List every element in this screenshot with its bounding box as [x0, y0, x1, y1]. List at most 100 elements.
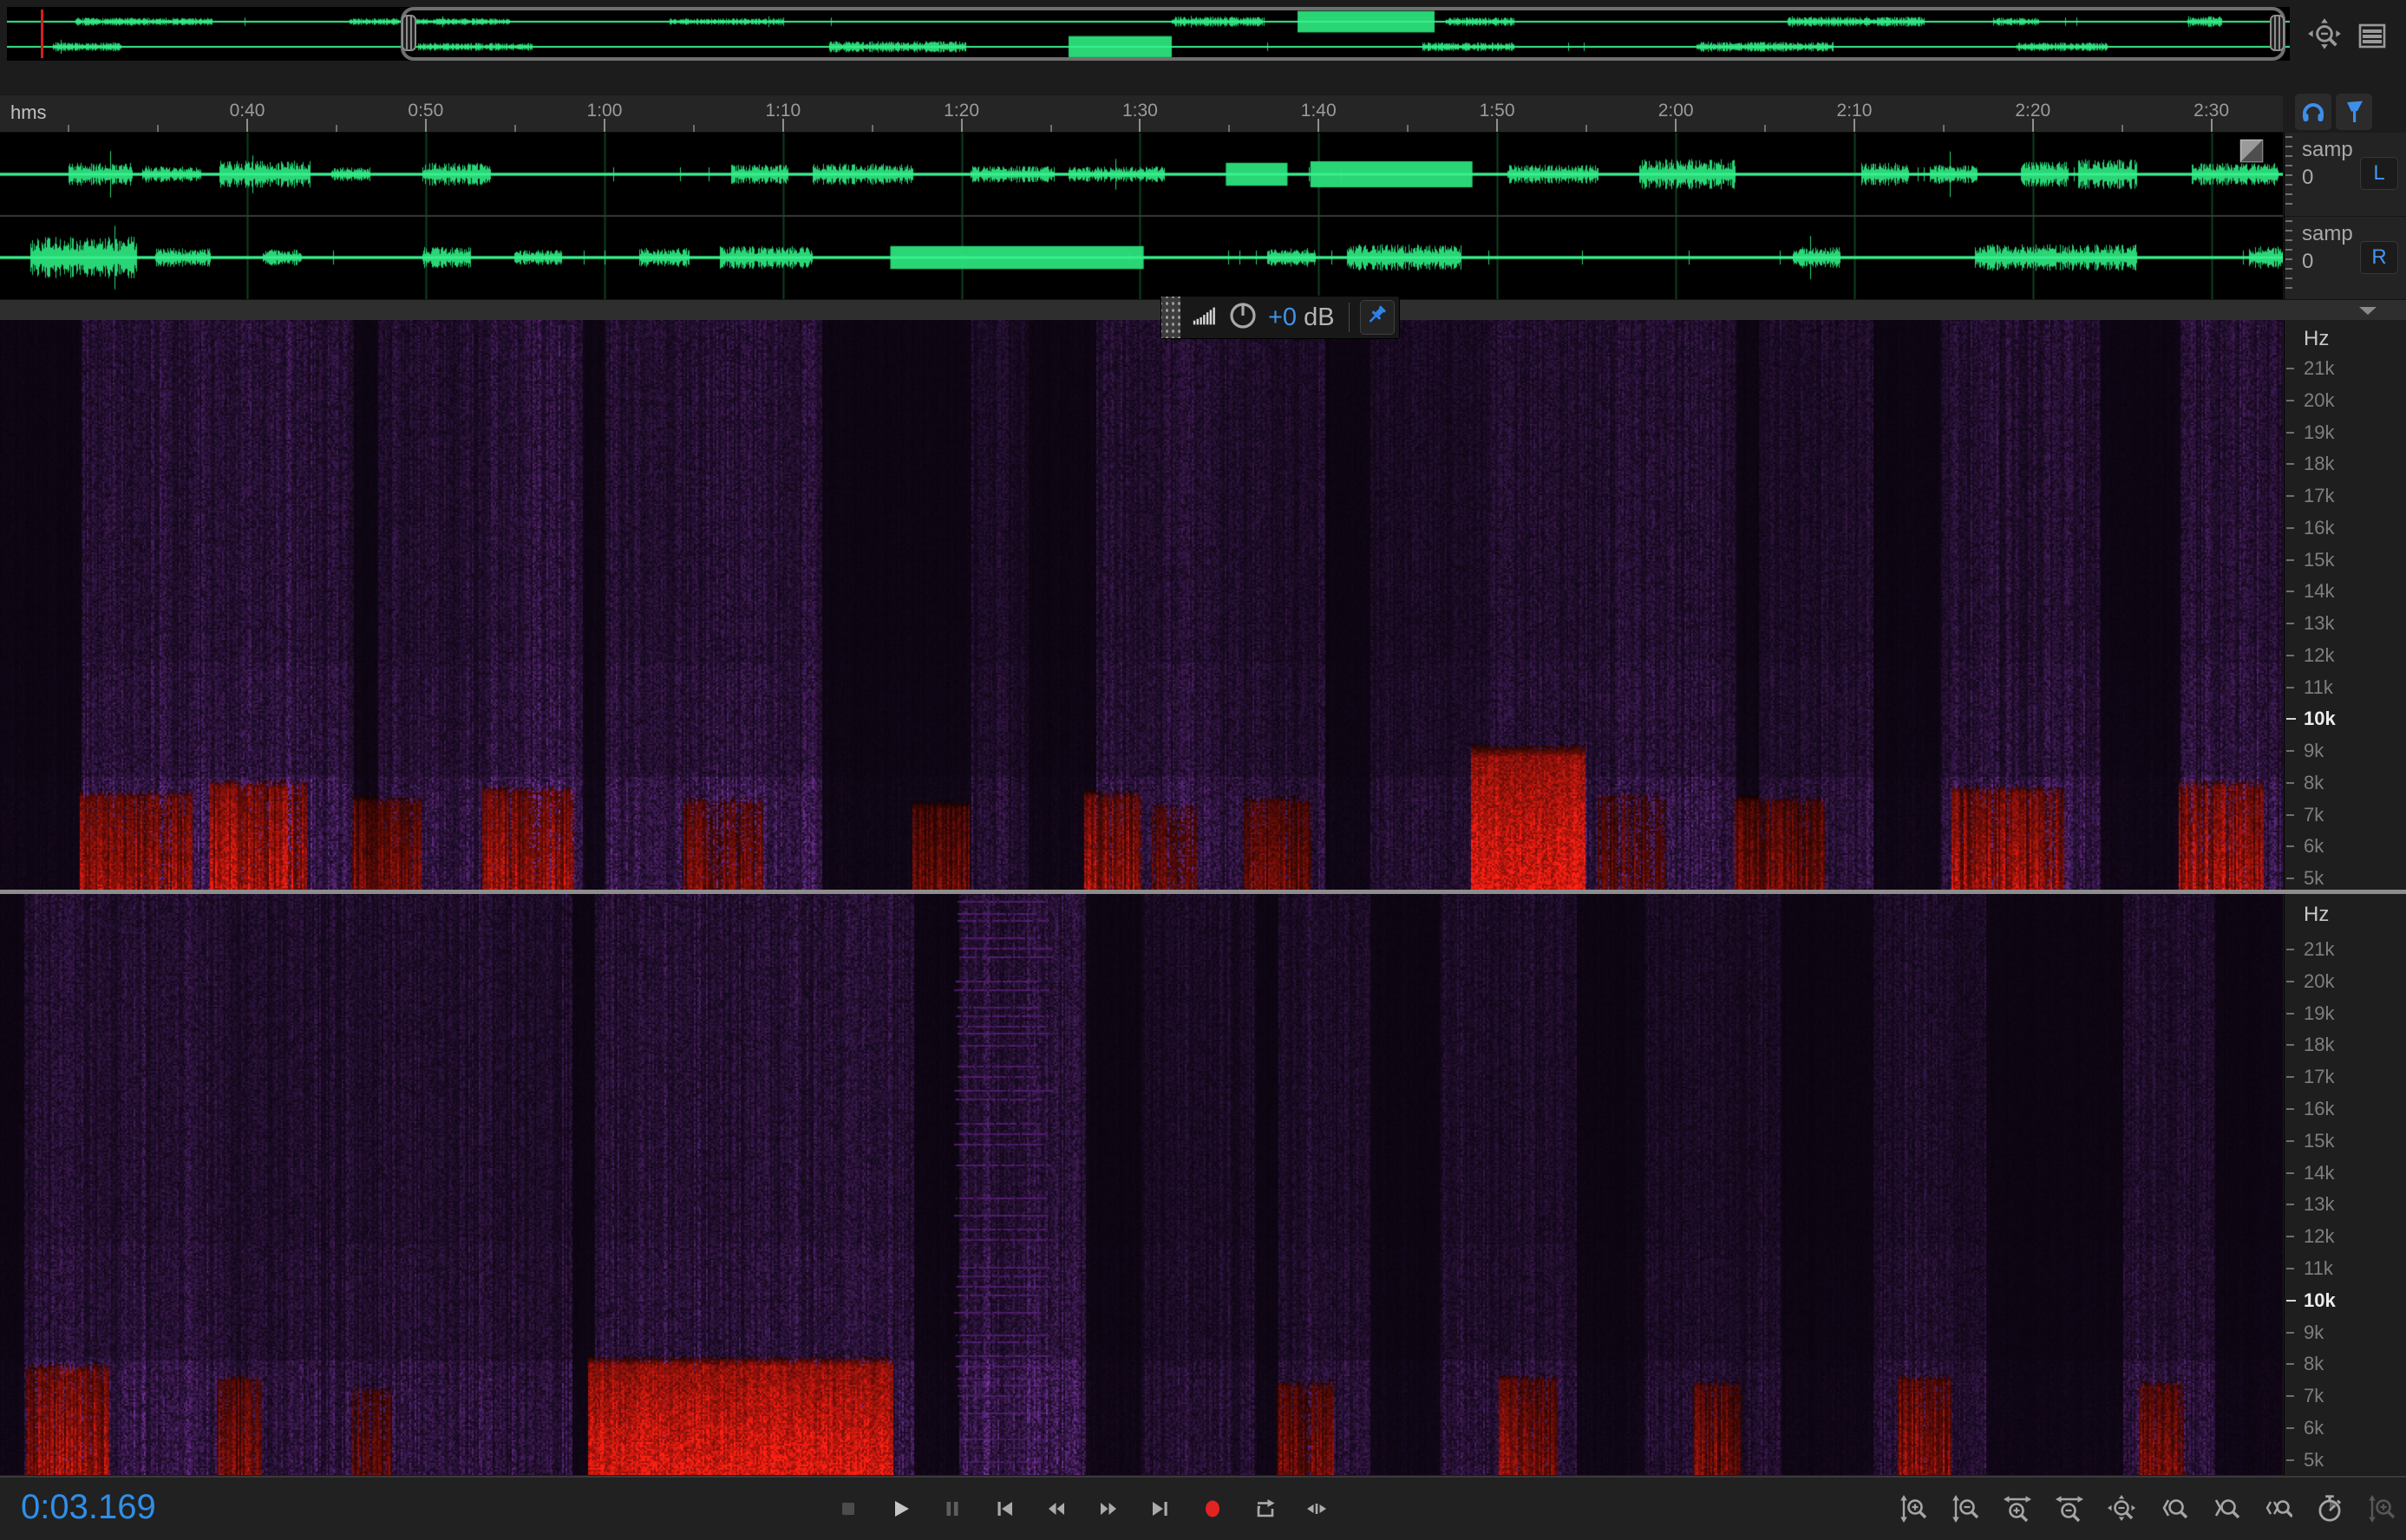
overview-strip — [7, 7, 2290, 61]
frequency-tick — [2286, 949, 2294, 950]
frequency-scale-right[interactable]: Hz21k20k19k18k17k16k15k14k13k12k11k10k9k… — [2284, 894, 2406, 1475]
overview-range-selector[interactable] — [401, 7, 2285, 61]
channel-left-button[interactable]: L — [2360, 157, 2398, 190]
frequency-label: 11k — [2304, 1257, 2333, 1280]
range-handle-right[interactable] — [2270, 15, 2285, 51]
fast-forward-button[interactable] — [1091, 1491, 1126, 1526]
gain-knob[interactable] — [1226, 299, 1259, 336]
frequency-label: 15k — [2304, 1130, 2334, 1152]
panel-menu-icon[interactable] — [2356, 21, 2390, 52]
monitor-button-group — [2295, 94, 2372, 130]
frequency-label: 9k — [2304, 1321, 2324, 1344]
frequency-tick — [2286, 1044, 2294, 1046]
frequency-tick — [2286, 400, 2294, 401]
ruler-time-label: 1:00 — [587, 101, 623, 121]
zoom-in-vertical-button[interactable] — [1895, 1490, 1932, 1528]
ruler-minor-tick — [1050, 125, 1052, 132]
frequency-label: 21k — [2304, 938, 2334, 961]
frequency-tick — [2286, 687, 2294, 688]
channel-right-button[interactable]: R — [2360, 241, 2398, 274]
frequency-label: 18k — [2304, 1034, 2334, 1056]
ruler-minor-tick — [1585, 125, 1587, 132]
frequency-label: 14k — [2304, 1162, 2334, 1184]
spectrogram-right-channel[interactable] — [0, 894, 2283, 1475]
waveform-display — [0, 133, 2283, 299]
frequency-unit-label: Hz — [2304, 903, 2329, 927]
hud-pin-button[interactable] — [1360, 300, 1395, 335]
pause-button[interactable] — [935, 1491, 970, 1526]
zoom-in-point-button[interactable] — [2155, 1490, 2192, 1528]
gain-value[interactable]: +0 — [1268, 303, 1297, 332]
amplitude-ticks — [2285, 220, 2292, 297]
zoom-out-point-button[interactable] — [2207, 1490, 2244, 1528]
frequency-tick — [2286, 432, 2294, 434]
frequency-tick — [2286, 463, 2294, 465]
rewind-button[interactable] — [1039, 1491, 1074, 1526]
frequency-tick — [2286, 559, 2294, 561]
split-view-icon[interactable] — [2239, 139, 2264, 163]
frequency-tick — [2286, 1459, 2294, 1461]
frequency-label: 10k — [2304, 708, 2336, 730]
ruler-minor-tick — [1228, 125, 1230, 132]
skip-to-end-button[interactable] — [1143, 1491, 1178, 1526]
frequency-tick — [2286, 814, 2294, 816]
ruler-minor-tick — [1764, 125, 1766, 132]
frequency-tick — [2286, 1427, 2294, 1429]
frequency-label: 5k — [2304, 867, 2324, 890]
timeline-ruler[interactable]: hms 0:400:501:001:101:201:301:401:502:00… — [0, 95, 2283, 133]
pan-zoom-icon[interactable] — [2307, 17, 2344, 54]
ruler-minor-tick — [872, 125, 873, 132]
frequency-tick — [2286, 1236, 2294, 1237]
play-button[interactable] — [883, 1491, 918, 1526]
frequency-tick — [2286, 495, 2294, 497]
ruler-time-label: 2:10 — [1837, 101, 1873, 121]
frequency-tick — [2286, 750, 2294, 752]
marker-pin-button[interactable] — [2336, 94, 2372, 130]
stop-button[interactable] — [831, 1491, 866, 1526]
meter-unit-label: samp — [2302, 138, 2353, 162]
range-handle-left[interactable] — [402, 15, 416, 51]
frequency-tick — [2286, 1013, 2294, 1015]
frequency-tick — [2286, 1268, 2294, 1269]
frequency-tick — [2286, 527, 2294, 529]
zoom-in-horizontal-button[interactable] — [1999, 1490, 2036, 1528]
skip-selection-button[interactable] — [1299, 1491, 1334, 1526]
zoom-selection-button[interactable] — [2259, 1490, 2296, 1528]
ruler-time-label: 1:10 — [765, 101, 801, 121]
zoom-amplitude-button[interactable] — [2364, 1490, 2400, 1528]
ruler-minor-tick — [336, 125, 337, 132]
zoom-out-horizontal-button[interactable] — [2051, 1490, 2088, 1528]
frequency-tick — [2286, 1395, 2294, 1397]
frequency-label: 12k — [2304, 1225, 2334, 1248]
monitor-headphones-button[interactable] — [2295, 94, 2331, 130]
frequency-label: 21k — [2304, 357, 2334, 380]
frequency-label: 17k — [2304, 485, 2334, 507]
spectrogram-left-channel[interactable] — [0, 320, 2283, 890]
zoom-out-vertical-button[interactable] — [1947, 1490, 1984, 1528]
frequency-label: 13k — [2304, 612, 2334, 635]
frequency-tick — [2286, 591, 2294, 592]
zoom-toolbar — [1895, 1490, 2400, 1528]
zoom-navigate-button[interactable] — [2103, 1490, 2140, 1528]
ruler-unit-label: hms — [10, 101, 47, 124]
meter-unit-label: samp — [2302, 222, 2353, 246]
transport-controls — [831, 1491, 1334, 1526]
frequency-scale-left[interactable]: Hz21k20k19k18k17k16k15k14k13k12k11k10k9k… — [2284, 320, 2406, 890]
ruler-minor-tick — [693, 125, 695, 132]
hud-drag-handle[interactable] — [1161, 297, 1181, 338]
frequency-label: 6k — [2304, 835, 2324, 858]
waveform-canvas[interactable] — [0, 133, 2283, 299]
frequency-label: 13k — [2304, 1193, 2334, 1216]
loop-playback-button[interactable] — [1247, 1491, 1282, 1526]
timer-button[interactable] — [2311, 1490, 2348, 1528]
frequency-unit-label: Hz — [2304, 327, 2329, 351]
playhead-time-display[interactable]: 0:03.169 — [21, 1488, 156, 1527]
frequency-tick — [2286, 845, 2294, 847]
frequency-label: 12k — [2304, 644, 2334, 667]
skip-to-start-button[interactable] — [987, 1491, 1022, 1526]
record-button[interactable] — [1195, 1491, 1230, 1526]
channel-right-info: samp 0 R — [2285, 216, 2406, 300]
collapse-arrow-icon[interactable] — [2359, 307, 2377, 315]
ruler-minor-tick — [1407, 125, 1409, 132]
ruler-time-label: 0:50 — [408, 101, 443, 121]
